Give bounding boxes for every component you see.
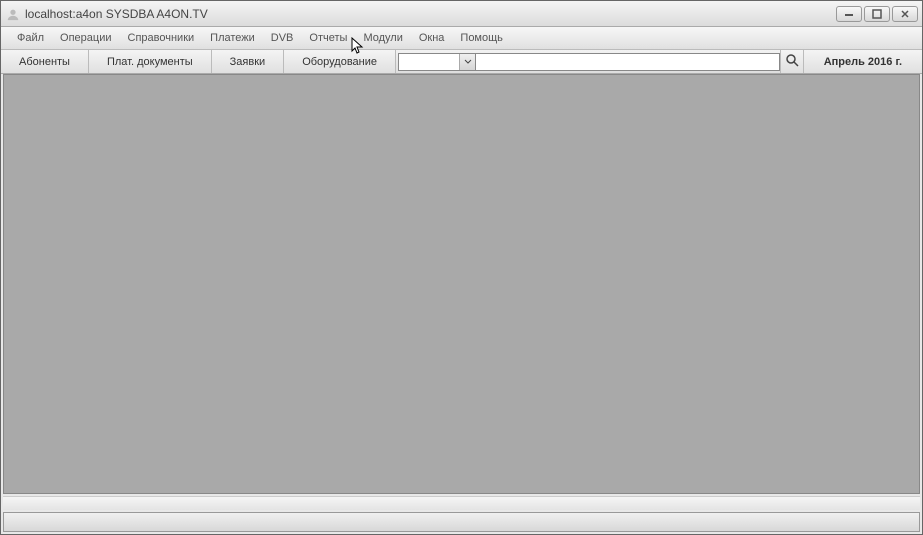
- window-title: localhost:a4on SYSDBA A4ON.TV: [25, 7, 208, 21]
- menu-windows[interactable]: Окна: [411, 28, 453, 48]
- window-controls: [836, 6, 918, 22]
- search-input[interactable]: [476, 53, 780, 71]
- chevron-down-icon: [459, 54, 475, 70]
- minimize-button[interactable]: [836, 6, 862, 22]
- close-button[interactable]: [892, 6, 918, 22]
- toolbar: Абоненты Плат. документы Заявки Оборудов…: [1, 50, 922, 74]
- tab-equipment[interactable]: Оборудование: [284, 50, 396, 73]
- menu-help[interactable]: Помощь: [452, 28, 511, 48]
- menu-reports[interactable]: Отчеты: [301, 28, 355, 48]
- menubar: Файл Операции Справочники Платежи DVB От…: [1, 27, 922, 50]
- tab-payment-docs[interactable]: Плат. документы: [89, 50, 212, 73]
- period-label[interactable]: Апрель 2016 г.: [804, 50, 922, 73]
- tab-subscribers[interactable]: Абоненты: [1, 50, 89, 73]
- app-window: localhost:a4on SYSDBA A4ON.TV Файл Опера…: [0, 0, 923, 535]
- menu-dvb[interactable]: DVB: [263, 28, 302, 48]
- splitter-bar[interactable]: [3, 496, 920, 510]
- menu-directories[interactable]: Справочники: [120, 28, 203, 48]
- maximize-button[interactable]: [864, 6, 890, 22]
- search-type-combo[interactable]: [398, 53, 476, 71]
- tab-requests[interactable]: Заявки: [212, 50, 285, 73]
- menu-file[interactable]: Файл: [9, 28, 52, 48]
- menu-operations[interactable]: Операции: [52, 28, 119, 48]
- search-icon: [785, 53, 799, 70]
- statusbar: [3, 512, 920, 532]
- titlebar: localhost:a4on SYSDBA A4ON.TV: [1, 1, 922, 27]
- search-button[interactable]: [780, 50, 804, 73]
- menu-payments[interactable]: Платежи: [202, 28, 263, 48]
- menu-modules[interactable]: Модули: [355, 28, 410, 48]
- content-area: [3, 74, 920, 494]
- app-icon: [5, 6, 21, 22]
